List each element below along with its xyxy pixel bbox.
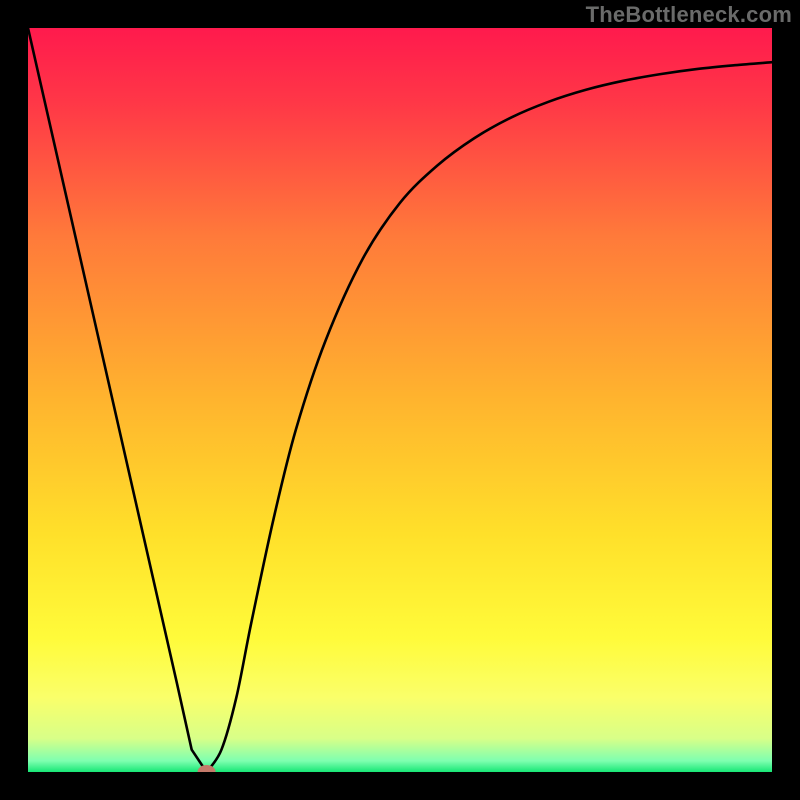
- outer-frame: TheBottleneck.com: [0, 0, 800, 800]
- watermark-text: TheBottleneck.com: [586, 2, 792, 28]
- gradient-background: [28, 28, 772, 772]
- plot-svg: [28, 28, 772, 772]
- plot-area: [28, 28, 772, 772]
